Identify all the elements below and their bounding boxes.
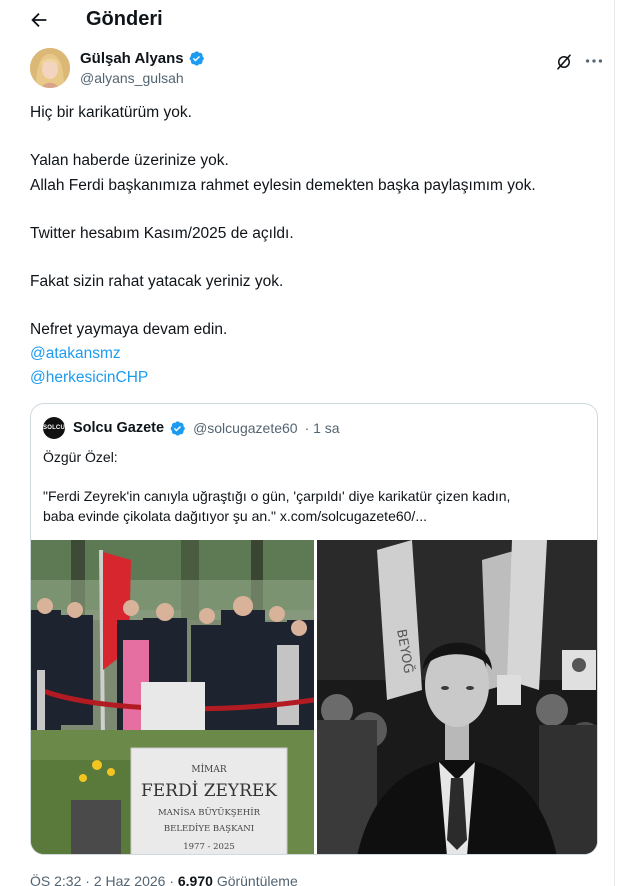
grave-text-line: 1977 - 2025 [183,842,235,852]
post-text-line: Twitter hesabım Kasım/2025 de açıldı. [30,225,294,242]
post-time[interactable]: ÖS 2:32 [30,873,81,886]
post-text-line: Allah Ferdi başkanımıza rahmet eylesin d… [30,177,536,194]
verified-badge-icon [188,50,205,67]
quoted-text-line: Özgür Özel: [43,449,118,465]
mention-link[interactable]: @herkesicinCHP [30,369,148,387]
avatar[interactable] [30,48,70,88]
quoted-author-name[interactable]: Solcu Gazete [73,420,164,436]
mention-link[interactable]: @atakansmz [30,345,121,363]
quoted-text-fragment: baba evinde çikolata dağıtıyor şu an." [43,508,277,524]
quoted-post-time: · 1 sa [304,420,340,436]
post-text-line: Fakat sizin rahat yatacak yeriniz yok. [30,273,284,290]
post-text-line: Hiç bir karikatürüm yok. [30,104,192,121]
quoted-avatar[interactable]: SOLCU [43,417,65,439]
photo-grave-ceremony[interactable]: MİMAR FERDİ ZEYREK MANİSA BÜYÜKŞEHİR BEL… [31,540,314,854]
column-divider [614,0,615,886]
verified-badge-icon [169,420,186,437]
post-text-line: Nefret yaymaya devam edin. [30,321,228,338]
post-date[interactable]: · 2 Haz 2026 · [85,873,174,886]
author-name-row: Gülşah Alyans [80,50,205,67]
page-title: Gönderi [86,8,163,30]
more-options-icon[interactable] [583,50,605,72]
view-count-label: Görüntüleme [216,873,298,886]
post-text-line: Yalan haberde üzerinize yok. [30,152,229,169]
quoted-text-line: baba evinde çikolata dağıtıyor şu an." x… [43,508,427,524]
quoted-link[interactable]: x.com/solcugazete60/... [280,508,427,524]
quoted-post-header: SOLCU Solcu Gazete @solcugazete60 · 1 sa [43,417,340,439]
grave-text-line: BELEDİYE BAŞKANI [164,822,254,834]
grok-icon[interactable] [555,53,573,71]
post-meta: ÖS 2:32 · 2 Haz 2026 · 6.970 Görüntüleme [30,873,298,886]
view-count: 6.970 [177,873,213,886]
back-arrow-icon[interactable] [28,9,50,31]
photo-portrait-bw[interactable]: BEYOĞ [317,540,597,854]
grave-text-line: MİMAR [191,763,226,775]
quoted-text-line: "Ferdi Zeyrek'in canıyla uğraştığı o gün… [43,488,511,504]
quoted-author-handle[interactable]: @solcugazete60 [193,420,298,436]
grave-text-line: MANİSA BÜYÜKŞEHİR [158,806,261,818]
quoted-post[interactable]: SOLCU Solcu Gazete @solcugazete60 · 1 sa… [30,403,598,855]
author-name[interactable]: Gülşah Alyans [80,50,184,67]
author-handle[interactable]: @alyans_gulsah [80,70,184,86]
grave-text-line: FERDİ ZEYREK [141,780,277,801]
top-bar: Gönderi [0,0,616,40]
post-author: Gülşah Alyans @alyans_gulsah [30,48,614,92]
